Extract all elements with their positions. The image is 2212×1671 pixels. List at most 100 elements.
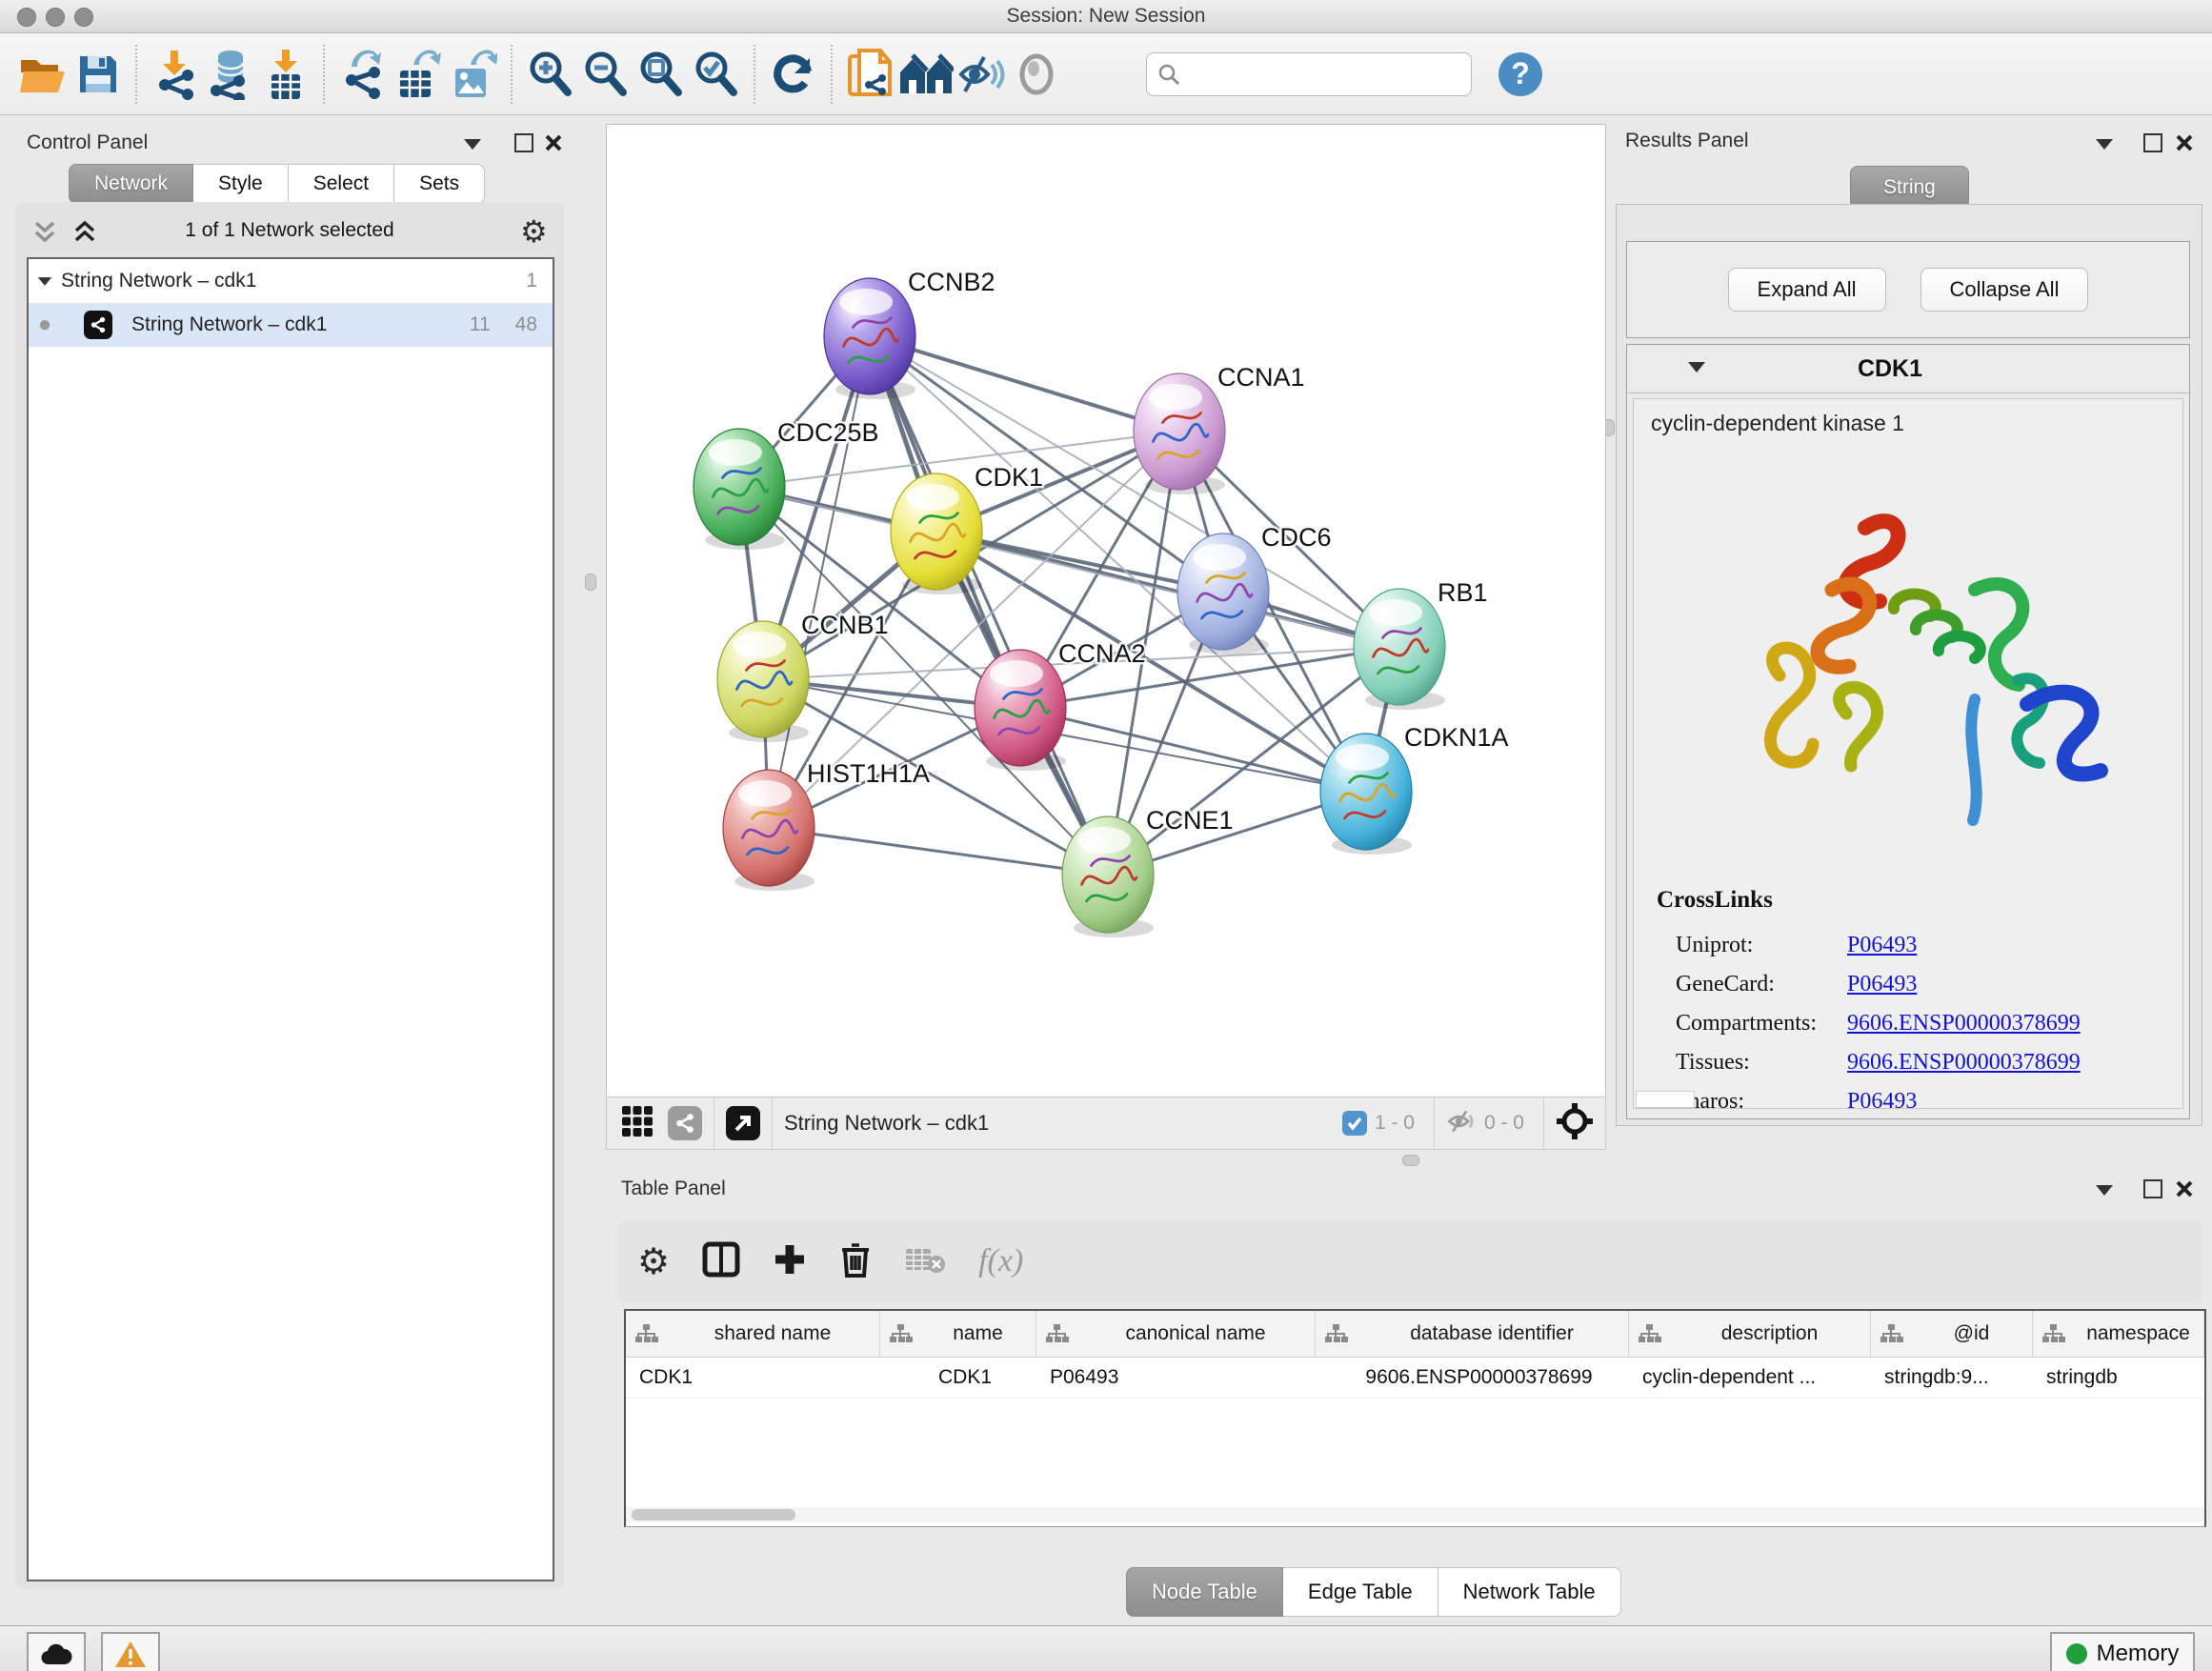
zoom-fit-button[interactable] — [633, 47, 689, 102]
protein-card-header[interactable]: CDK1 — [1627, 345, 2189, 393]
warnings-button[interactable] — [101, 1632, 160, 1671]
network-canvas[interactable]: CCNB2 CCNA1 CDC25BCDK1 CDC6RB1 CCNB1 CCNA2 CDK… — [606, 124, 1606, 1097]
zoom-fit-icon — [636, 50, 686, 99]
create-column-plus-icon[interactable] — [773, 1242, 807, 1281]
node-label-CCNB1: CCNB1 — [801, 611, 889, 639]
tab-edge-table[interactable]: Edge Table — [1283, 1567, 1438, 1617]
network-node-CCNB1[interactable]: CCNB1 — [717, 611, 889, 742]
network-node-CCNA1[interactable]: CCNA1 — [1134, 363, 1305, 494]
table-panel-close-button[interactable] — [2176, 1180, 2193, 1202]
delete-table-icon[interactable] — [904, 1243, 946, 1280]
table-hscrollbar[interactable] — [626, 1507, 2204, 1522]
network-edge[interactable] — [769, 336, 870, 828]
network-node-HIST1H1A[interactable]: HIST1H1A — [723, 759, 930, 891]
network-row-selected[interactable]: ● String Network – cdk1 11 48 — [29, 303, 553, 347]
show-columns-icon[interactable] — [702, 1241, 740, 1282]
network-row-label: String Network – cdk1 — [126, 313, 470, 336]
string-home-button[interactable] — [898, 47, 954, 102]
network-node-CCNE1[interactable]: CCNE1 — [1062, 806, 1234, 937]
open-session-button[interactable] — [15, 47, 70, 102]
table-hscrollbar-thumb[interactable] — [632, 1509, 795, 1520]
function-builder-icon[interactable]: f(x) — [978, 1243, 1023, 1279]
main-toolbar: ? — [0, 33, 2212, 115]
network-node-CCNA2[interactable]: CCNA2 — [975, 639, 1146, 771]
network-share-icon[interactable] — [668, 1106, 702, 1140]
crosslink-link[interactable]: P06493 — [1847, 1089, 1917, 1109]
results-panel-float-button[interactable] — [2143, 133, 2162, 157]
tab-network-table[interactable]: Network Table — [1438, 1567, 1621, 1617]
table-cell: cyclin-dependent ... — [1629, 1358, 1871, 1398]
table-panel-menu-button[interactable] — [2096, 1183, 2113, 1200]
column-header-namespace[interactable]: namespace — [2033, 1311, 2204, 1357]
collapse-protein-icon[interactable] — [1688, 362, 1705, 372]
tab-style[interactable]: Style — [193, 164, 289, 204]
export-network-button[interactable] — [335, 47, 391, 102]
table-panel-float-button[interactable] — [2143, 1179, 2162, 1203]
network-node-CCNB2[interactable]: CCNB2 — [824, 268, 995, 399]
column-header-database-identifier[interactable]: database identifier — [1316, 1311, 1629, 1357]
tab-sets[interactable]: Sets — [394, 164, 485, 204]
control-panel-menu-button[interactable] — [464, 137, 481, 154]
network-edge[interactable] — [769, 828, 1108, 875]
hidden-items-eye-icon[interactable] — [1446, 1108, 1477, 1139]
left-splitter-handle[interactable] — [585, 574, 596, 591]
hidden-counter: 0 - 0 — [1484, 1112, 1524, 1135]
network-node-CDK1[interactable]: CDK1 — [891, 463, 1043, 594]
table-row[interactable]: CDK1CDK1P064939606.ENSP00000378699cyclin… — [626, 1358, 2204, 1399]
cloud-status-button[interactable] — [27, 1632, 86, 1671]
results-panel-close-button[interactable] — [2176, 134, 2193, 156]
network-node-CDC25B[interactable]: CDC25B — [694, 418, 879, 550]
network-edge[interactable] — [870, 336, 1179, 432]
node-label-CDKN1A: CDKN1A — [1404, 723, 1509, 752]
show-graphics-details-button[interactable] — [1009, 47, 1064, 102]
selected-nodes-checkbox[interactable] — [1342, 1111, 1367, 1136]
network-edge[interactable] — [870, 336, 1108, 875]
zoom-selected-button[interactable] — [689, 47, 744, 102]
column-header--id[interactable]: @id — [1871, 1311, 2033, 1357]
network-node-CDKN1A[interactable]: CDKN1A — [1320, 723, 1509, 855]
tab-network[interactable]: Network — [69, 164, 193, 204]
collapse-all-button[interactable]: Collapse All — [1920, 268, 2089, 312]
birdseye-grid-icon[interactable] — [620, 1104, 654, 1143]
apply-layout-button[interactable] — [766, 47, 821, 102]
crosslink-link[interactable]: P06493 — [1847, 933, 1917, 958]
tab-node-table[interactable]: Node Table — [1126, 1567, 1283, 1617]
network-options-gear-icon[interactable]: ⚙ — [520, 213, 548, 250]
column-header-shared-name[interactable]: shared name — [626, 1311, 880, 1357]
table-settings-gear-icon[interactable]: ⚙ — [637, 1240, 670, 1283]
search-input[interactable] — [1181, 62, 1442, 86]
import-network-from-database-button[interactable] — [203, 47, 258, 102]
memory-status-button[interactable]: Memory — [2050, 1632, 2195, 1671]
network-collection-row[interactable]: String Network – cdk1 1 — [29, 259, 553, 303]
control-panel-float-button[interactable] — [514, 133, 533, 157]
crosslink-link[interactable]: 9606.ENSP00000378699 — [1847, 1011, 2081, 1037]
tab-select[interactable]: Select — [289, 164, 394, 204]
crosslink-link[interactable]: P06493 — [1847, 972, 1917, 997]
export-table-button[interactable] — [391, 47, 446, 102]
save-session-button[interactable] — [70, 47, 126, 102]
network-node-RB1[interactable]: RB1 — [1354, 578, 1488, 710]
results-panel-menu-button[interactable] — [2096, 137, 2113, 154]
crosslink-link[interactable]: 9606.ENSP00000378699 — [1847, 1050, 2081, 1076]
clone-network-button[interactable] — [843, 47, 898, 102]
expand-all-button[interactable]: Expand All — [1728, 268, 1886, 312]
hide-graphics-details-button[interactable] — [954, 47, 1009, 102]
export-image-button[interactable] — [446, 47, 501, 102]
column-header-canonical-name[interactable]: canonical name — [1036, 1311, 1316, 1357]
column-header-name[interactable]: name — [880, 1311, 1036, 1357]
fit-selected-crosshair-icon[interactable] — [1556, 1102, 1594, 1145]
column-header-description[interactable]: description — [1629, 1311, 1871, 1357]
open-view-in-window-icon[interactable] — [726, 1106, 760, 1140]
control-panel-close-button[interactable] — [545, 134, 562, 151]
import-network-button[interactable] — [148, 47, 203, 102]
results-panel-title: Results Panel — [1625, 130, 1749, 152]
horizontal-splitter-handle[interactable] — [1402, 1155, 1419, 1166]
zoom-out-button[interactable] — [578, 47, 633, 102]
network-node-CDC6[interactable]: CDC6 — [1177, 523, 1332, 654]
delete-columns-trash-icon[interactable] — [839, 1240, 872, 1283]
help-button[interactable]: ? — [1493, 47, 1548, 102]
results-hscrollbar-thumb[interactable] — [1636, 1091, 1695, 1108]
collapse-triangle-icon[interactable] — [38, 277, 51, 286]
import-table-button[interactable] — [258, 47, 313, 102]
zoom-in-button[interactable] — [523, 47, 578, 102]
